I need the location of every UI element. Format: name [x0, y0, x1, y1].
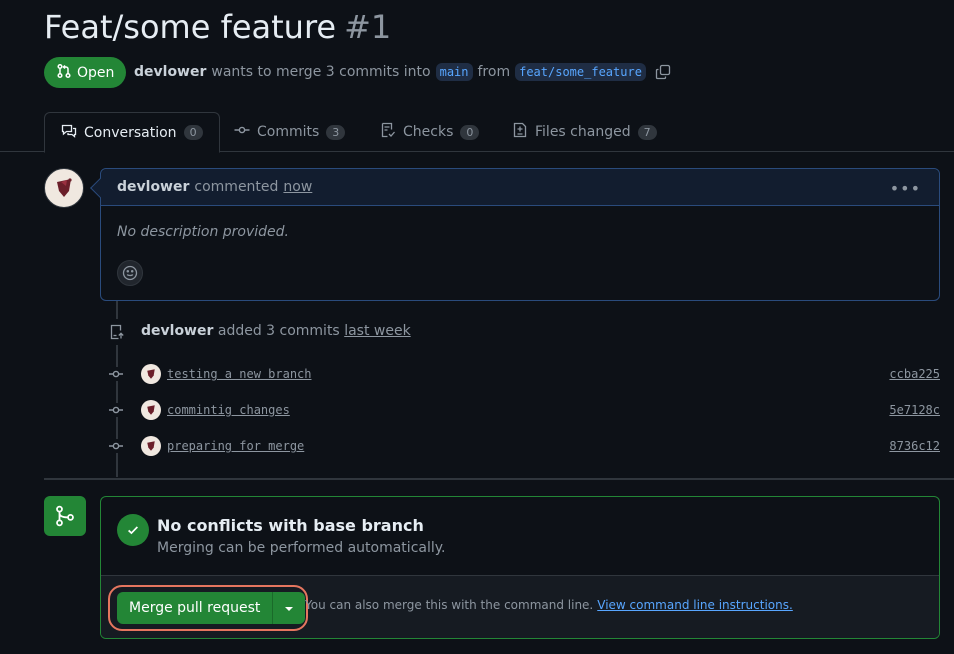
status-label: Open [77, 64, 115, 81]
head-branch[interactable]: feat/some_feature [515, 63, 646, 81]
copy-icon[interactable] [655, 64, 671, 80]
commit-message-link[interactable]: preparing for merge [167, 439, 304, 453]
checklist-icon [380, 122, 396, 142]
command-line-instructions-link[interactable]: View command line instructions. [597, 598, 793, 612]
repo-push-icon [104, 319, 130, 345]
from-text: from [477, 64, 511, 80]
pull-request-icon [56, 63, 72, 83]
list-item: testing a new branch ccba225 [106, 363, 940, 385]
tab-label: Files changed [535, 124, 631, 140]
list-item: preparing for merge 8736c12 [106, 435, 940, 457]
merge-status: No conflicts with base branch Merging ca… [101, 497, 939, 575]
merge-box: No conflicts with base branch Merging ca… [100, 496, 940, 639]
merge-button-group: Merge pull request [117, 592, 306, 624]
merge-actions: Merge pull request You can also merge th… [101, 575, 939, 638]
pr-title: Feat/some feature #1 [44, 8, 391, 46]
base-branch[interactable]: main [435, 63, 473, 81]
avatar[interactable] [44, 168, 84, 208]
commit-sha-link[interactable]: 8736c12 [889, 439, 940, 453]
comment-discussion-icon [61, 123, 77, 143]
timeline-divider [44, 478, 954, 480]
git-merge-icon [44, 496, 86, 536]
tab-counter: 0 [183, 125, 203, 140]
push-action: added 3 commits [217, 323, 340, 339]
git-commit-icon [106, 367, 126, 381]
tab-counter: 7 [637, 124, 657, 140]
merge-hint-text: You can also merge this with the command… [305, 598, 594, 612]
merge-pull-request-button[interactable]: Merge pull request [117, 592, 274, 624]
merge-hint: You can also merge this with the command… [305, 598, 793, 612]
push-event: devlower added 3 commits last week [141, 323, 411, 339]
merge-title: No conflicts with base branch [157, 516, 424, 535]
merge-subtitle: Merging can be performed automatically. [157, 540, 446, 556]
commit-message-link[interactable]: commintig changes [167, 403, 290, 417]
push-timestamp[interactable]: last week [344, 323, 411, 339]
tab-counter: 3 [326, 124, 346, 140]
commit-sha-link[interactable]: ccba225 [889, 367, 940, 381]
comment-body: No description provided. [117, 224, 289, 240]
check-icon [117, 514, 149, 546]
tab-label: Conversation [84, 124, 177, 141]
smiley-icon[interactable] [117, 260, 143, 286]
file-diff-icon [512, 122, 528, 142]
tab-files-changed[interactable]: Files changed 7 [512, 112, 657, 152]
status-badge: Open [44, 57, 127, 88]
tab-commits[interactable]: Commits 3 [234, 112, 346, 152]
comment-author[interactable]: devlower [117, 179, 189, 195]
comment-timestamp[interactable]: now [283, 179, 312, 195]
list-item: commintig changes 5e7128c [106, 399, 940, 421]
tab-conversation[interactable]: Conversation 0 [44, 112, 220, 153]
comment-header: devlower commented now [101, 169, 939, 206]
triangle-down-icon [284, 600, 294, 616]
commit-sha-link[interactable]: 5e7128c [889, 403, 940, 417]
comment-action: commented [194, 179, 279, 195]
avatar[interactable] [141, 436, 161, 456]
avatar[interactable] [141, 364, 161, 384]
pr-author-link[interactable]: devlower [134, 64, 206, 80]
pr-title-text: Feat/some feature [44, 8, 337, 46]
pr-tabs: Conversation 0 Commits 3 Checks 0 Files … [0, 112, 954, 153]
push-author[interactable]: devlower [141, 323, 213, 339]
tab-counter: 0 [460, 124, 480, 140]
pr-merge-text: wants to merge 3 commits into [211, 64, 431, 80]
tab-checks[interactable]: Checks 0 [380, 112, 480, 152]
comment-box: devlower commented now ••• No descriptio… [90, 168, 940, 301]
kebab-menu-icon[interactable]: ••• [890, 179, 921, 198]
git-commit-icon [106, 403, 126, 417]
tab-label: Commits [257, 124, 320, 140]
avatar[interactable] [141, 400, 161, 420]
git-commit-icon [234, 122, 250, 142]
pr-number: #1 [344, 8, 392, 46]
git-commit-icon [106, 439, 126, 453]
merge-method-dropdown[interactable] [273, 592, 306, 624]
pr-meta: devlower wants to merge 3 commits into m… [134, 61, 671, 83]
commit-message-link[interactable]: testing a new branch [167, 367, 312, 381]
tab-label: Checks [403, 124, 454, 140]
